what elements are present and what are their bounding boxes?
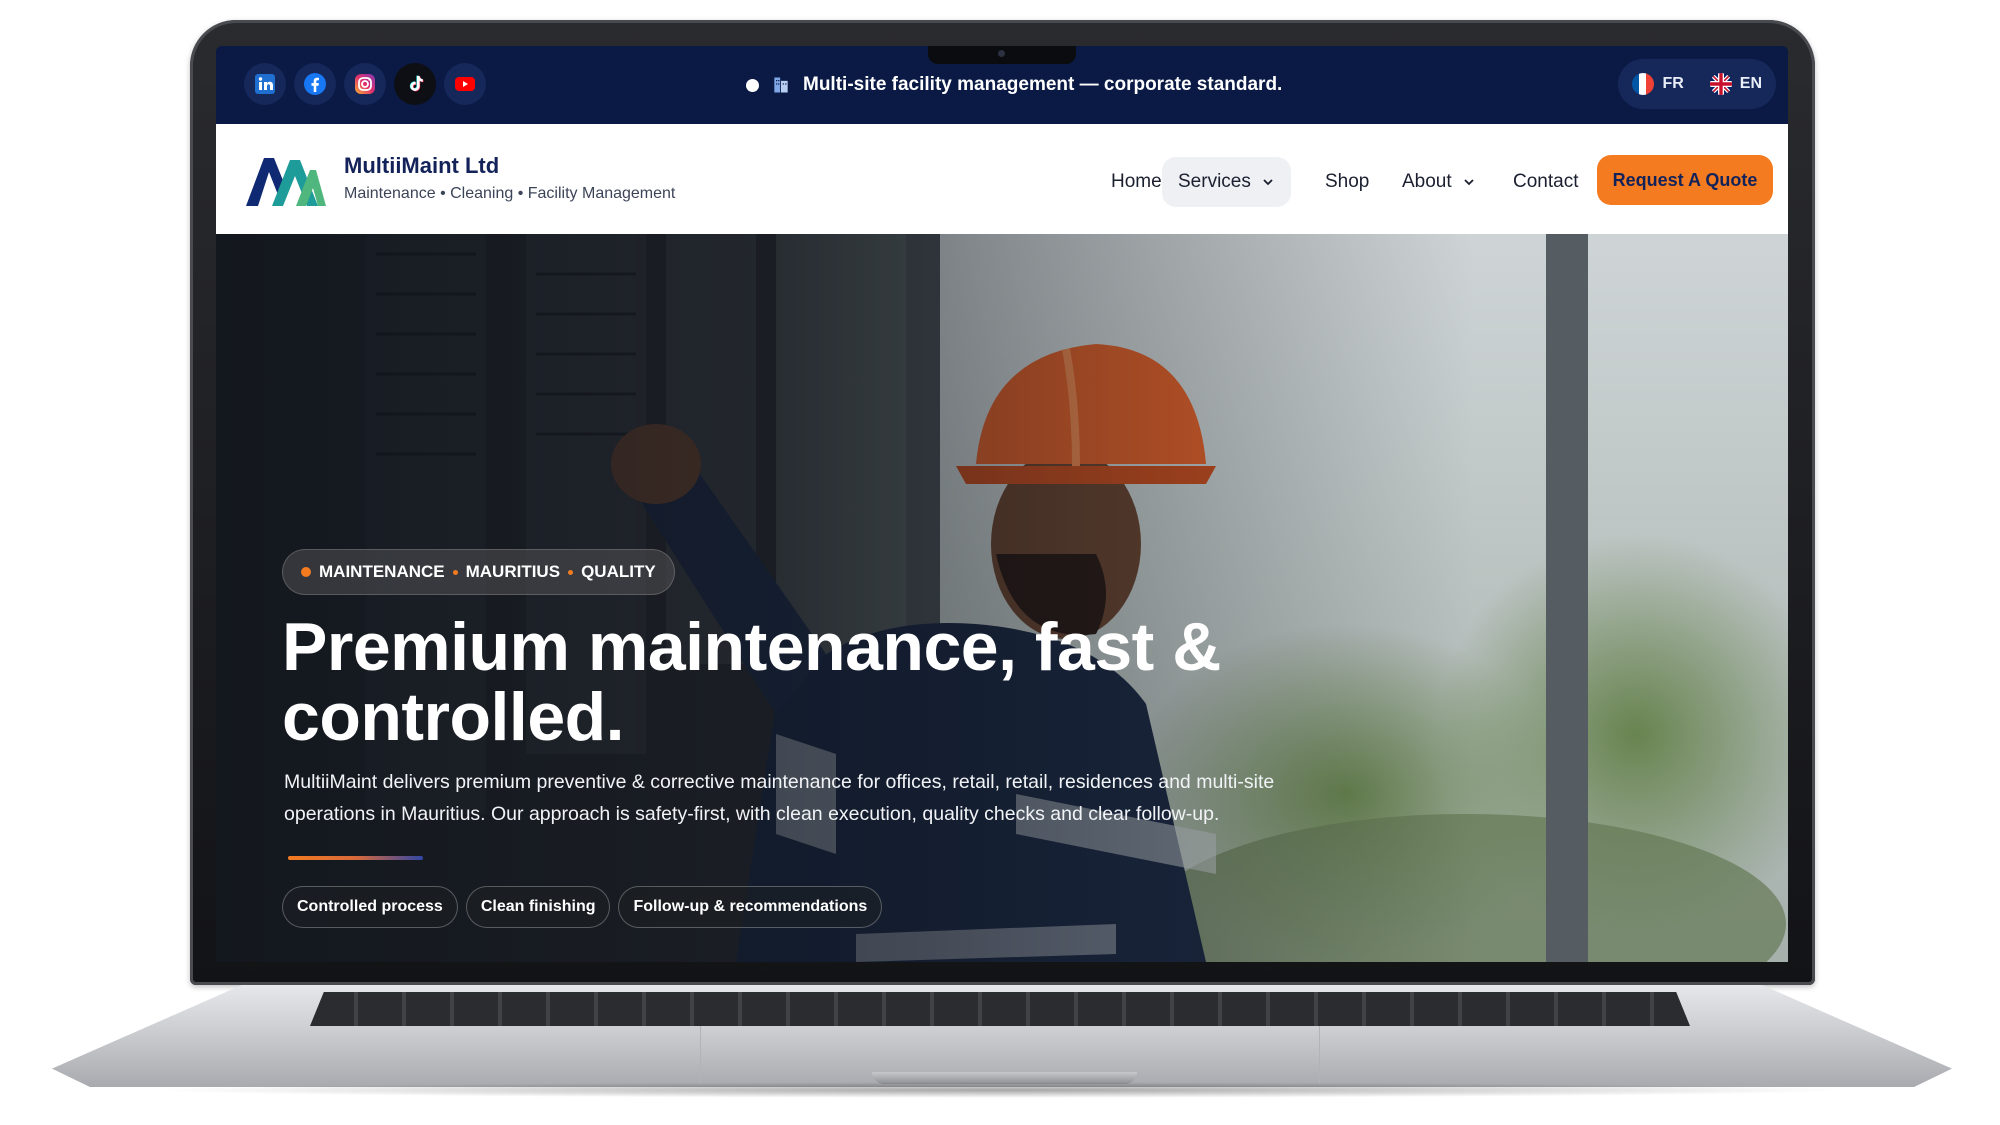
- hero-section: MAINTENANCE MAURITIUS QUALITY Premium ma…: [216, 234, 1788, 962]
- announcement-text: Multi-site facility management — corpora…: [803, 74, 1283, 95]
- chevron-down-icon: [1464, 179, 1474, 186]
- hero-title-line-1: Premium maintenance, fast &: [282, 609, 1221, 685]
- lang-en[interactable]: EN: [1709, 73, 1762, 95]
- chip-follow-up: Follow-up & recommendations: [618, 886, 883, 928]
- hero-description: MultiiMaint delivers premium preventive …: [284, 771, 1275, 825]
- nav-home-label: Home: [1111, 171, 1162, 192]
- hero-feature-chips: Controlled process Clean finishing Follo…: [282, 886, 883, 928]
- building-icon: [774, 77, 788, 93]
- hero-title: Premium maintenance, fast & controlled.: [282, 612, 1332, 752]
- nav-home[interactable]: Home: [1111, 157, 1162, 207]
- camera-icon: [998, 50, 1005, 57]
- separator-dot-icon: [568, 569, 574, 575]
- linkedin-icon: [255, 74, 275, 94]
- tiktok-link[interactable]: [394, 63, 436, 105]
- camera-notch: [928, 46, 1076, 64]
- eyebrow-mauritius: MAURITIUS: [465, 562, 561, 581]
- tiktok-icon: [409, 75, 424, 92]
- laptop-shadow: [150, 1082, 1855, 1098]
- nav-contact[interactable]: Contact: [1513, 157, 1578, 207]
- eyebrow-maintenance: MAINTENANCE: [319, 562, 445, 581]
- social-links: [244, 63, 486, 105]
- hero-title-line-2: controlled.: [282, 679, 625, 755]
- hero-eyebrow-badge: MAINTENANCE MAURITIUS QUALITY: [282, 549, 675, 595]
- youtube-icon: [455, 77, 475, 91]
- request-quote-button[interactable]: Request A Quote: [1597, 155, 1773, 205]
- chip-clean-finishing: Clean finishing: [465, 886, 611, 928]
- facebook-icon: [304, 73, 326, 95]
- lang-fr[interactable]: FR: [1632, 73, 1684, 95]
- nav-shop[interactable]: Shop: [1325, 157, 1369, 207]
- nav-about-label: About: [1402, 171, 1452, 192]
- orange-dot-icon: [301, 567, 311, 577]
- accent-divider: [288, 856, 423, 860]
- lang-fr-label: FR: [1662, 75, 1684, 92]
- laptop-mockup: Multi-site facility management — corpora…: [0, 0, 2000, 1125]
- facebook-link[interactable]: [294, 63, 336, 105]
- website-screen: Multi-site facility management — corpora…: [216, 46, 1788, 962]
- laptop-keyboard: [310, 992, 1690, 1026]
- hero-overlay: [216, 234, 1788, 962]
- chip-controlled-process: Controlled process: [282, 886, 458, 928]
- nav-services[interactable]: Services: [1162, 157, 1291, 207]
- linkedin-link[interactable]: [244, 63, 286, 105]
- instagram-link[interactable]: [344, 63, 386, 105]
- nav-menu: Home Services Shop About Contact: [216, 124, 1788, 234]
- nav-about[interactable]: About: [1402, 157, 1476, 207]
- chevron-down-icon: [1263, 179, 1273, 186]
- nav-services-label: Services: [1178, 171, 1251, 192]
- nav-shop-label: Shop: [1325, 171, 1370, 192]
- france-flag-icon: [1632, 73, 1655, 95]
- uk-flag-icon: [1709, 73, 1732, 95]
- nav-contact-label: Contact: [1513, 171, 1579, 192]
- eyebrow-quality: QUALITY: [581, 562, 656, 581]
- instagram-icon: [355, 74, 375, 94]
- main-nav: MultiiMaint Ltd Maintenance • Cleaning •…: [216, 124, 1788, 234]
- status-dot: [746, 78, 759, 92]
- lang-en-label: EN: [1739, 75, 1762, 92]
- youtube-link[interactable]: [444, 63, 486, 105]
- language-switcher: FR EN: [1618, 59, 1776, 109]
- separator-dot-icon: [452, 569, 458, 575]
